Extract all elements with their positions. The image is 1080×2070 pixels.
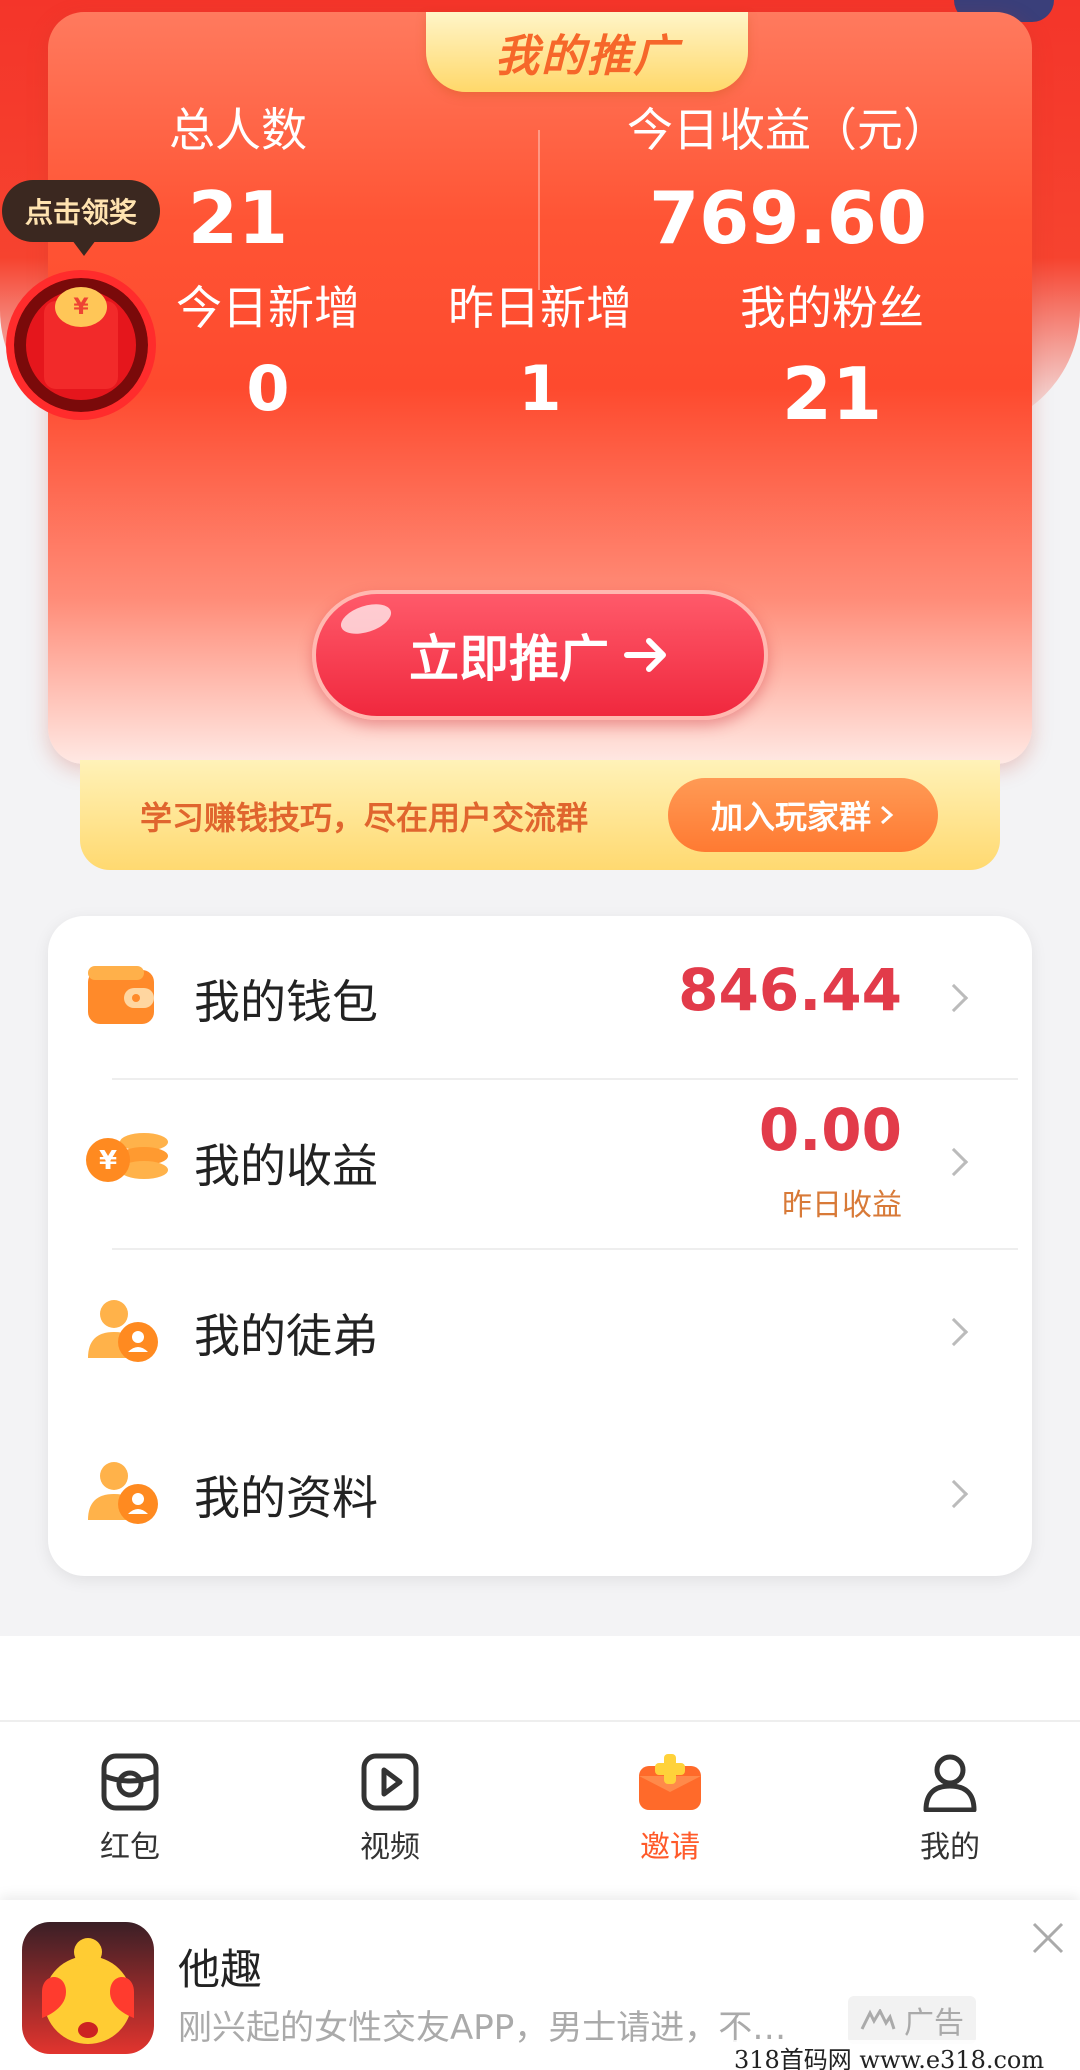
total-people-label: 总人数 xyxy=(169,103,307,157)
ad-platform-icon xyxy=(860,2009,896,2030)
wallet-balance: 846.44 xyxy=(678,956,902,1024)
tab-red-packet-label: 红包 xyxy=(100,1830,160,1865)
menu-item-wallet[interactable]: 我的钱包 846.44 xyxy=(48,916,1032,1076)
chevron-right-icon xyxy=(881,805,894,825)
svg-text:¥: ¥ xyxy=(99,1146,117,1176)
join-group-button[interactable]: 加入玩家群 xyxy=(668,778,938,852)
wallet-icon xyxy=(88,966,154,1024)
button-highlight xyxy=(337,598,395,640)
bottom-nav: 红包 视频 邀请 我的 xyxy=(0,1720,1080,1900)
page-title: 我的推广 xyxy=(495,31,679,82)
promotion-title-tab: 我的推广 xyxy=(426,12,748,92)
promote-now-button[interactable]: 立即推广 xyxy=(312,590,768,720)
video-icon xyxy=(361,1753,419,1811)
tab-invite-label: 邀请 xyxy=(640,1830,700,1865)
reward-tip[interactable]: 点击领奖 xyxy=(2,180,160,256)
ad-badge-label: 广告 xyxy=(904,2006,964,2041)
today-income-value: 769.60 xyxy=(649,176,927,260)
fans-label: 我的粉丝 xyxy=(740,281,924,335)
menu-item-profile[interactable]: 我的资料 xyxy=(48,1412,1032,1572)
arrow-right-icon xyxy=(624,638,666,672)
chevron-right-icon xyxy=(939,1317,969,1347)
close-icon[interactable] xyxy=(1030,1920,1066,1956)
menu-item-apprentice[interactable]: 我的徒弟 xyxy=(48,1250,1032,1410)
red-packet-button[interactable]: ¥ xyxy=(6,270,156,420)
today-new-label: 今日新增 xyxy=(176,281,360,335)
tab-profile-label: 我的 xyxy=(920,1830,980,1865)
coins-icon: ¥ xyxy=(86,1133,168,1182)
menu-card: 我的钱包 846.44 ¥ 我的收益 0.00 昨日收益 我的徒弟 我的资料 xyxy=(48,916,1032,1576)
income-sub-label: 昨日收益 xyxy=(782,1188,902,1223)
chevron-right-icon xyxy=(939,983,969,1013)
apprentice-label: 我的徒弟 xyxy=(194,1309,378,1363)
watermark: 318首码网 www.e318.com xyxy=(734,2040,1045,2070)
fans-value: 21 xyxy=(781,352,883,436)
yesterday-new-label: 昨日新增 xyxy=(448,281,632,335)
promotion-card: 我的推广 总人数 21 今日收益（元） 769.60 今日新增 0 昨日新增 1… xyxy=(48,12,1032,764)
apprentice-icon xyxy=(88,1300,158,1362)
profile-info-icon xyxy=(88,1462,158,1524)
tab-invite[interactable]: 邀请 xyxy=(600,1752,740,1866)
yesterday-new-value: 1 xyxy=(518,352,562,425)
tab-profile[interactable]: 我的 xyxy=(880,1752,1020,1866)
tab-video[interactable]: 视频 xyxy=(320,1752,460,1866)
wallet-label: 我的钱包 xyxy=(194,975,378,1029)
tab-video-label: 视频 xyxy=(360,1830,420,1865)
promote-now-label: 立即推广 xyxy=(409,630,609,688)
reward-tip-label: 点击领奖 xyxy=(24,196,137,229)
group-banner-text: 学习赚钱技巧，尽在用户交流群 xyxy=(140,799,589,837)
content-spacer xyxy=(0,1636,1080,1720)
ad-badge: 广告 xyxy=(848,1996,976,2044)
tab-red-packet[interactable]: 红包 xyxy=(60,1752,200,1866)
today-new-value: 0 xyxy=(246,352,290,425)
invite-icon xyxy=(639,1754,701,1810)
today-income-label: 今日收益（元） xyxy=(627,103,949,157)
red-packet-icon: ¥ xyxy=(44,287,118,389)
stats-divider xyxy=(538,130,540,290)
red-packet-icon xyxy=(101,1753,159,1811)
profile-icon xyxy=(923,1754,977,1812)
ad-title: 他趣 xyxy=(178,1945,263,1994)
chevron-right-icon xyxy=(939,1479,969,1509)
income-value: 0.00 xyxy=(758,1096,902,1164)
menu-item-income[interactable]: ¥ 我的收益 0.00 昨日收益 xyxy=(48,1080,1032,1240)
profile-label: 我的资料 xyxy=(194,1471,378,1525)
chevron-right-icon xyxy=(939,1147,969,1177)
income-label: 我的收益 xyxy=(194,1139,378,1193)
ad-app-logo xyxy=(22,1922,154,2054)
join-group-label: 加入玩家群 xyxy=(710,798,871,836)
